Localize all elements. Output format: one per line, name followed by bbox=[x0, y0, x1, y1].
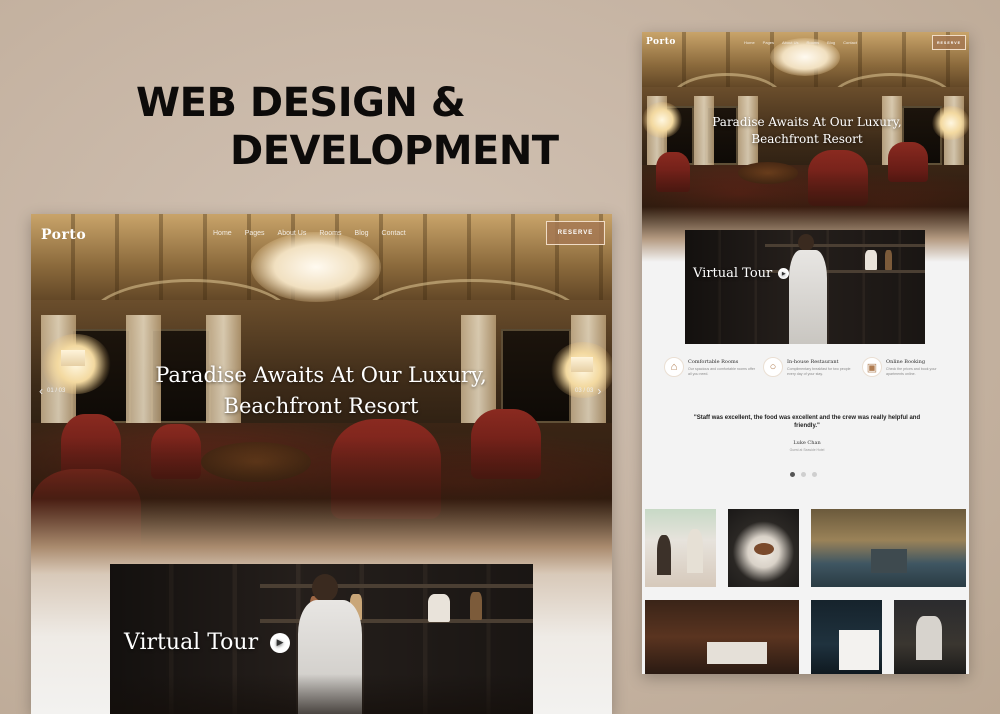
gallery-image-4[interactable] bbox=[645, 600, 799, 674]
features-row: ⌂ Comfortable Rooms Our spacious and com… bbox=[664, 357, 954, 377]
slide-counter-prev: 01 / 03 bbox=[47, 388, 66, 394]
reserve-button-small[interactable]: RESERVE bbox=[932, 35, 966, 50]
nav-contact-small[interactable]: Contact bbox=[843, 40, 857, 45]
slide-next-control[interactable]: 03 / 03 › bbox=[575, 384, 601, 398]
feature-booking-title: Online Booking bbox=[886, 359, 926, 365]
dot-2[interactable] bbox=[801, 472, 806, 477]
fullpage-mockup: Porto Home Pages About Us Rooms Blog Con… bbox=[642, 32, 969, 674]
feature-rooms-desc: Our spacious and comfortable rooms offer… bbox=[688, 367, 756, 376]
booking-icon: ▣ bbox=[862, 357, 882, 377]
gallery-image-6[interactable] bbox=[894, 600, 966, 674]
nav-about-us[interactable]: About Us bbox=[278, 230, 307, 237]
hero-title-small: Paradise Awaits At Our Luxury, Beachfron… bbox=[682, 114, 932, 148]
hero-title-small-line-2: Beachfront Resort bbox=[751, 132, 863, 146]
nav-about-us-small[interactable]: About Us bbox=[782, 40, 798, 45]
feature-restaurant: ○ In-house Restaurant Complimentary brea… bbox=[763, 357, 855, 377]
room-icon: ⌂ bbox=[664, 357, 684, 377]
nav-rooms-small[interactable]: Rooms bbox=[806, 40, 819, 45]
testimonial: "Staff was excellent, the food was excel… bbox=[692, 414, 922, 452]
restaurant-icon: ○ bbox=[763, 357, 783, 377]
desktop-mockup: Porto Home Pages About Us Rooms Blog Con… bbox=[31, 214, 612, 714]
nav-contact[interactable]: Contact bbox=[382, 230, 406, 237]
feature-rooms: ⌂ Comfortable Rooms Our spacious and com… bbox=[664, 357, 756, 377]
chevron-left-icon[interactable]: ‹ bbox=[39, 384, 43, 398]
nav-blog-small[interactable]: Blog bbox=[827, 40, 835, 45]
reserve-button[interactable]: RESERVE bbox=[546, 221, 605, 245]
main-nav: Home Pages About Us Rooms Blog Contact bbox=[213, 230, 406, 237]
testimonial-quote: "Staff was excellent, the food was excel… bbox=[693, 415, 921, 429]
hero-title-line-1: Paradise Awaits At Our Luxury, bbox=[155, 363, 487, 387]
play-icon[interactable]: ▶ bbox=[270, 632, 291, 653]
testimonial-dots bbox=[790, 472, 817, 477]
nav-home-small[interactable]: Home bbox=[744, 40, 755, 45]
chevron-right-icon[interactable]: › bbox=[597, 384, 601, 398]
main-nav-small: Home Pages About Us Rooms Blog Contact bbox=[744, 40, 857, 45]
promo-headline: WEB DESIGN & DEVELOPMENT bbox=[0, 0, 620, 210]
nav-pages[interactable]: Pages bbox=[245, 230, 265, 237]
feature-restaurant-desc: Complimentary breakfast for two people e… bbox=[787, 367, 851, 376]
nav-pages-small[interactable]: Pages bbox=[763, 40, 774, 45]
virtual-tour-card-small[interactable]: Virtual Tour ▶ bbox=[685, 230, 925, 344]
feature-restaurant-title: In-house Restaurant bbox=[787, 359, 839, 365]
feature-booking-desc: Check the prices and book your apartment… bbox=[886, 367, 937, 376]
testimonial-author: Luke Chan bbox=[793, 440, 821, 446]
gallery-image-1[interactable] bbox=[645, 509, 716, 587]
dot-1[interactable] bbox=[790, 472, 795, 477]
virtual-tour-label-small: Virtual Tour bbox=[693, 266, 773, 281]
nav-rooms[interactable]: Rooms bbox=[319, 230, 341, 237]
virtual-tour-card[interactable]: Virtual Tour ▶ bbox=[110, 564, 533, 714]
play-icon-small[interactable]: ▶ bbox=[778, 268, 790, 279]
feature-rooms-title: Comfortable Rooms bbox=[688, 359, 739, 365]
slide-prev-control[interactable]: ‹ 01 / 03 bbox=[39, 384, 65, 398]
hero-title-small-line-1: Paradise Awaits At Our Luxury, bbox=[712, 115, 902, 129]
site-logo[interactable]: Porto bbox=[41, 227, 86, 243]
virtual-tour-label: Virtual Tour bbox=[124, 630, 259, 655]
hero-title: Paradise Awaits At Our Luxury, Beachfron… bbox=[91, 360, 551, 422]
testimonial-role: Guest at Seaside Hotel bbox=[789, 448, 825, 452]
site-logo-small[interactable]: Porto bbox=[646, 37, 676, 47]
gallery-image-5[interactable] bbox=[811, 600, 882, 674]
hero-title-line-2: Beachfront Resort bbox=[223, 394, 419, 418]
headline-line-2: DEVELOPMENT bbox=[230, 128, 559, 174]
gallery-image-3[interactable] bbox=[811, 509, 966, 587]
dot-3[interactable] bbox=[812, 472, 817, 477]
slide-counter-next: 03 / 03 bbox=[575, 388, 594, 394]
nav-blog[interactable]: Blog bbox=[355, 230, 369, 237]
headline-line-1: WEB DESIGN & bbox=[136, 80, 466, 126]
feature-booking: ▣ Online Booking Check the prices and bo… bbox=[862, 357, 954, 377]
gallery-image-2[interactable] bbox=[728, 509, 799, 587]
nav-home[interactable]: Home bbox=[213, 230, 232, 237]
